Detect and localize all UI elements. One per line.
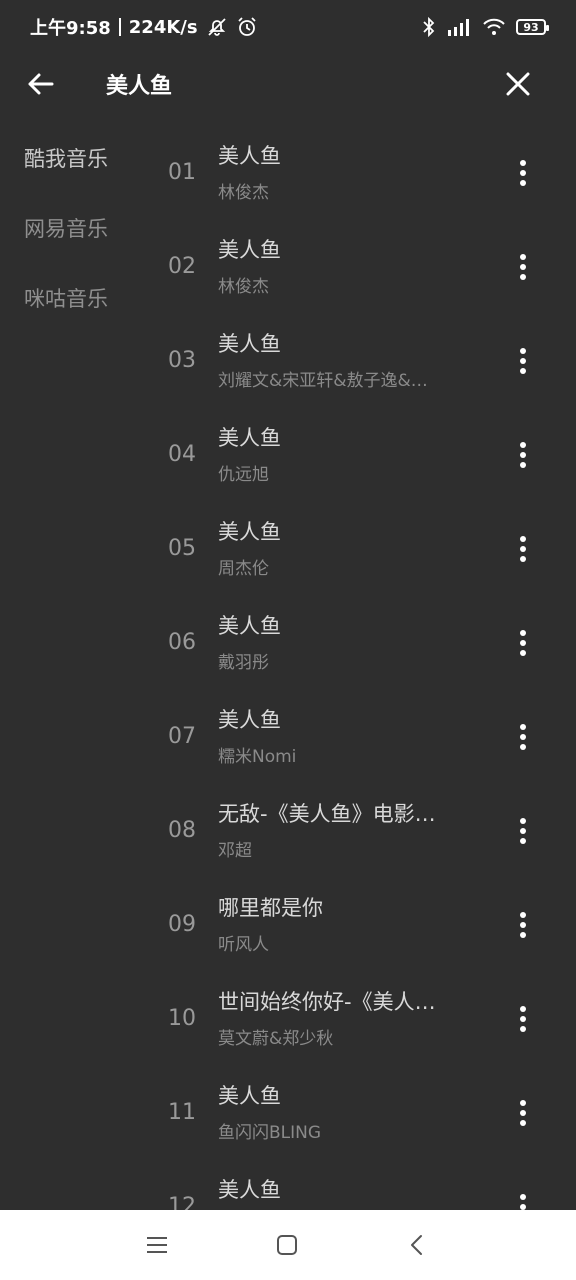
status-network-speed: 224K/s (128, 16, 198, 38)
song-number: 08 (168, 818, 196, 843)
mute-icon (207, 18, 226, 36)
more-options-button[interactable] (510, 814, 536, 848)
source-item-migu[interactable]: 咪咕音乐 (24, 266, 154, 336)
song-artist: 听风人 (218, 935, 269, 955)
more-vertical-icon (520, 254, 526, 280)
back-arrow-icon (28, 73, 54, 95)
status-right: 93 (422, 16, 549, 38)
song-title: 美人鱼 (218, 238, 281, 262)
back-button[interactable] (24, 64, 60, 104)
song-title: 美人鱼 (218, 520, 281, 544)
navigation-bar (0, 1210, 576, 1280)
close-icon (506, 72, 530, 96)
song-title: 美人鱼 (218, 708, 281, 732)
song-row[interactable]: 06 美人鱼戴羽彤 (160, 596, 560, 690)
home-button[interactable] (272, 1230, 302, 1260)
more-vertical-icon (520, 536, 526, 562)
more-options-button[interactable] (510, 1002, 536, 1036)
song-number: 02 (168, 254, 196, 279)
source-item-kuwo[interactable]: 酷我音乐 (24, 126, 154, 196)
song-number: 05 (168, 536, 196, 561)
song-title: 哪里都是你 (218, 896, 323, 920)
more-vertical-icon (520, 818, 526, 844)
song-artist: 鱼闪闪BLING (218, 1123, 322, 1143)
song-row[interactable]: 01 美人鱼林俊杰 (160, 126, 560, 220)
song-row[interactable]: 11 美人鱼鱼闪闪BLING (160, 1066, 560, 1160)
song-artist: 林俊杰 (218, 277, 269, 297)
nav-back-button[interactable] (402, 1230, 432, 1260)
close-button[interactable] (500, 64, 536, 104)
header: 美人鱼 (0, 54, 576, 114)
song-title: 美人鱼 (218, 1178, 281, 1202)
more-vertical-icon (520, 1006, 526, 1032)
song-artist: 糯米Nomi (218, 747, 297, 767)
more-options-button[interactable] (510, 908, 536, 942)
more-vertical-icon (520, 912, 526, 938)
more-options-button[interactable] (510, 720, 536, 754)
more-options-button[interactable] (510, 250, 536, 284)
song-number: 01 (168, 160, 196, 185)
status-time: 上午9:58 (30, 18, 111, 39)
song-artist: 周杰伦 (218, 559, 269, 579)
menu-button[interactable] (142, 1230, 172, 1260)
more-vertical-icon (520, 1100, 526, 1126)
song-row[interactable]: 04 美人鱼仇远旭 (160, 408, 560, 502)
bluetooth-icon (423, 16, 435, 38)
page-title: 美人鱼 (106, 74, 173, 99)
more-options-button[interactable] (510, 532, 536, 566)
wifi-icon (483, 18, 505, 35)
more-options-button[interactable] (510, 626, 536, 660)
more-vertical-icon (520, 724, 526, 750)
song-number: 04 (168, 442, 196, 467)
more-vertical-icon (520, 442, 526, 468)
song-number: 10 (168, 1006, 196, 1031)
home-icon (277, 1235, 297, 1255)
song-row[interactable]: 03 美人鱼刘耀文&宋亚轩&敖子逸&… (160, 314, 560, 408)
song-title: 美人鱼 (218, 1084, 281, 1108)
song-artist: 刘耀文&宋亚轩&敖子逸&… (218, 371, 428, 391)
battery-icon: 93 (516, 19, 549, 35)
song-artist: 邓超 (218, 841, 252, 861)
song-row[interactable]: 05 美人鱼周杰伦 (160, 502, 560, 596)
song-row[interactable]: 08 无敌-《美人鱼》电影… 邓超 (160, 784, 560, 878)
song-row[interactable]: 09 哪里都是你听风人 (160, 878, 560, 972)
song-list: 01 美人鱼 林俊杰 02 美人鱼 林俊杰 03 美人鱼 刘耀文&宋亚轩&敖子逸&… 04 美人鱼仇… (160, 126, 560, 1254)
song-number: 03 (168, 348, 196, 373)
more-options-button[interactable] (510, 1096, 536, 1130)
source-list: 酷我音乐 网易音乐 咪咕音乐 (24, 126, 154, 336)
menu-icon (147, 1237, 167, 1253)
song-title: 美人鱼 (218, 144, 281, 168)
alarm-icon (237, 17, 256, 36)
status-left: 上午9:58 224K/s (30, 14, 258, 40)
song-artist: 仇远旭 (218, 465, 269, 485)
song-title: 无敌-《美人鱼》电影… (218, 802, 436, 826)
battery-level: 93 (523, 20, 539, 34)
signal-icon (448, 19, 469, 36)
song-number: 09 (168, 912, 196, 937)
status-bar: 上午9:58 224K/s 93 (0, 0, 576, 54)
song-artist: 戴羽彤 (218, 653, 269, 673)
source-item-netease[interactable]: 网易音乐 (24, 196, 154, 266)
song-title: 美人鱼 (218, 614, 281, 638)
status-separator (118, 18, 121, 36)
more-vertical-icon (520, 160, 526, 186)
song-number: 07 (168, 724, 196, 749)
song-title: 美人鱼 (218, 426, 281, 450)
song-artist: 林俊杰 (218, 183, 269, 203)
song-row[interactable]: 07 美人鱼糯米Nomi (160, 690, 560, 784)
song-title: 世间始终你好-《美人… (218, 990, 436, 1014)
song-artist: 莫文蔚&郑少秋 (218, 1029, 334, 1049)
song-number: 11 (168, 1100, 196, 1125)
more-vertical-icon (520, 348, 526, 374)
song-row[interactable]: 02 美人鱼林俊杰 (160, 220, 560, 314)
more-options-button[interactable] (510, 156, 536, 190)
song-row[interactable]: 10 世间始终你好-《美人… 莫文蔚&郑少秋 (160, 972, 560, 1066)
more-options-button[interactable] (510, 438, 536, 472)
more-options-button[interactable] (510, 344, 536, 378)
song-number: 06 (168, 630, 196, 655)
more-vertical-icon (520, 630, 526, 656)
back-icon (411, 1235, 422, 1255)
song-title: 美人鱼 (218, 332, 281, 356)
